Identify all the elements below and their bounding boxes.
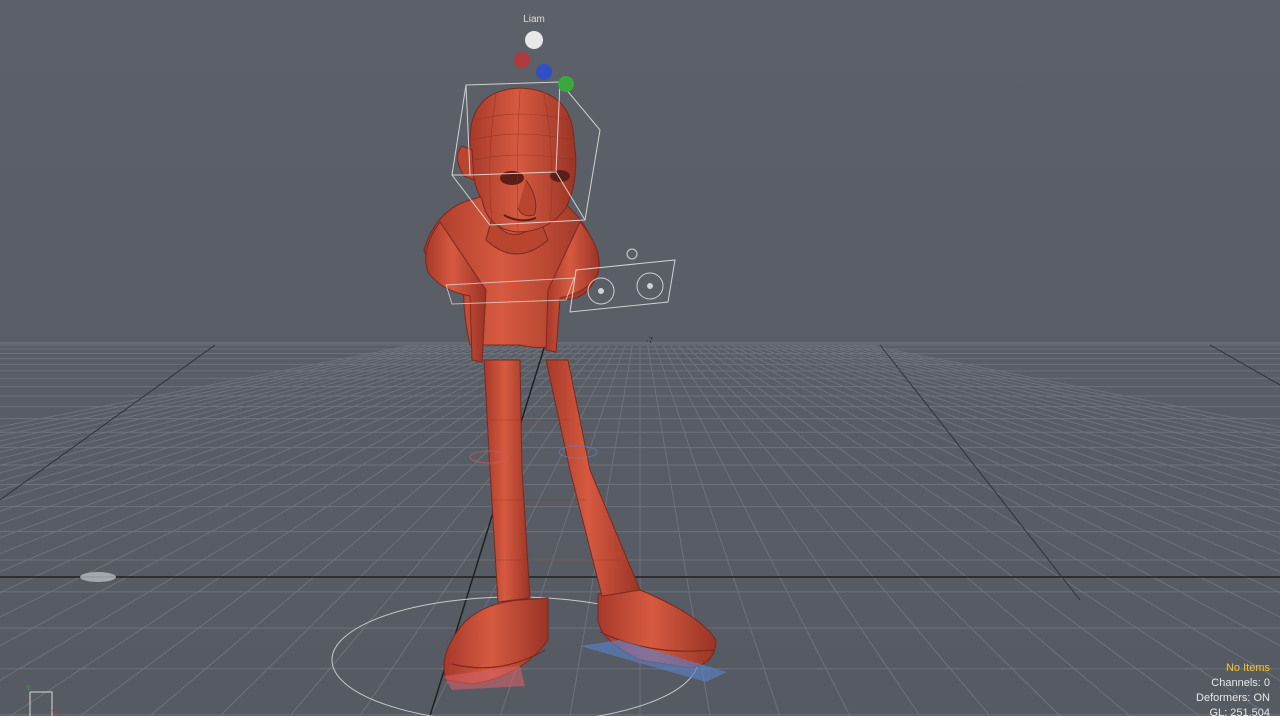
axis-gizmo-icon: Y: [26, 685, 62, 716]
hud-selection: No Items: [1225, 662, 1270, 674]
rig-name-label: Liam: [523, 14, 545, 25]
viewport-hud: No Items Channels: 0 Deformers: ON GL: 2…: [1196, 661, 1270, 716]
viewport-scene[interactable]: -7: [0, 0, 1280, 716]
locator-marker[interactable]: [80, 572, 116, 582]
hud-gl: GL: 251,504: [1209, 707, 1270, 716]
grid-marker-label: -7: [646, 336, 654, 345]
axis-y-label: Y: [26, 685, 31, 692]
hud-channels: Channels: 0: [1211, 677, 1270, 689]
3d-viewport[interactable]: -7 Liam Y No Items Channels: 0 Deformers…: [0, 0, 1280, 716]
hud-deformers: Deformers: ON: [1196, 692, 1270, 704]
